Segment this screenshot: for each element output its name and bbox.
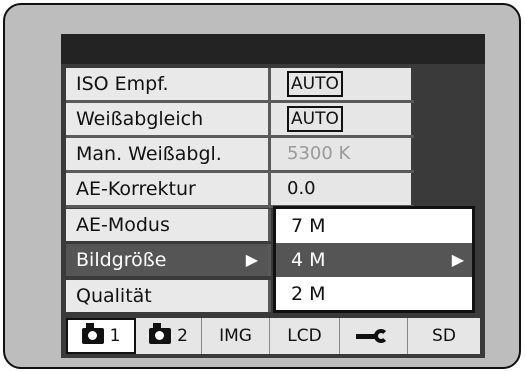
menu-row-white-balance[interactable]: Weißabgleich AUTO bbox=[66, 103, 411, 135]
option-label: 4 M bbox=[291, 249, 326, 271]
tab-sd[interactable]: SD bbox=[408, 318, 480, 354]
tab-setup[interactable] bbox=[340, 318, 408, 354]
option-label: 2 M bbox=[291, 283, 326, 305]
menu-top-bar bbox=[61, 34, 485, 64]
arrow-right-icon: ▶ bbox=[451, 250, 464, 269]
tab-label: 1 bbox=[109, 326, 121, 346]
tab-label: SD bbox=[432, 326, 456, 346]
tab-label: LCD bbox=[287, 326, 322, 346]
dropdown-option[interactable]: 7 M bbox=[276, 209, 472, 243]
menu-row-label: Bildgröße ▶ bbox=[66, 244, 271, 276]
tab-camera-1[interactable]: 1 bbox=[66, 318, 136, 354]
menu-row-label-text: Bildgröße bbox=[76, 249, 167, 271]
menu-row-value: 5300 K bbox=[271, 138, 411, 170]
camera-icon bbox=[81, 323, 104, 344]
image-size-dropdown[interactable]: 7 M 4 M ▶ 2 M bbox=[273, 206, 475, 313]
tab-camera-2[interactable]: 2 bbox=[136, 318, 202, 354]
menu-row-label: ISO Empf. bbox=[66, 68, 271, 100]
wrench-icon bbox=[355, 329, 392, 343]
value-box: AUTO bbox=[287, 71, 343, 97]
value-box: AUTO bbox=[287, 106, 343, 132]
menu-row-quality[interactable]: Qualität bbox=[66, 280, 271, 312]
menu-row-label: Man. Weißabgl. bbox=[66, 138, 271, 170]
menu-row-image-size[interactable]: Bildgröße ▶ bbox=[66, 244, 271, 276]
option-label: 7 M bbox=[291, 215, 326, 237]
menu-row-value: 0.0 bbox=[271, 173, 411, 205]
menu-row-label: Qualität bbox=[66, 280, 271, 312]
menu-row-label: AE-Korrektur bbox=[66, 173, 271, 205]
tab-label: IMG bbox=[219, 326, 252, 346]
menu-row-label: AE-Modus bbox=[66, 209, 271, 241]
menu-row-ae-correction[interactable]: AE-Korrektur 0.0 bbox=[66, 173, 411, 205]
menu-tab-bar: 1 2 IMG LCD SD bbox=[66, 318, 480, 354]
tab-lcd[interactable]: LCD bbox=[270, 318, 340, 354]
tab-label: 2 bbox=[177, 326, 188, 346]
dropdown-option[interactable]: 2 M bbox=[276, 277, 472, 311]
menu-row-label: Weißabgleich bbox=[66, 103, 271, 135]
menu-row-iso[interactable]: ISO Empf. AUTO bbox=[66, 68, 411, 100]
menu-row-manual-wb[interactable]: Man. Weißabgl. 5300 K bbox=[66, 138, 411, 170]
menu-row-value: AUTO bbox=[271, 103, 411, 135]
tab-img[interactable]: IMG bbox=[202, 318, 270, 354]
dropdown-option-selected[interactable]: 4 M ▶ bbox=[276, 243, 472, 277]
camera-icon bbox=[149, 323, 172, 344]
menu-row-value: AUTO bbox=[271, 68, 411, 100]
menu-row-ae-mode[interactable]: AE-Modus bbox=[66, 209, 271, 241]
arrow-right-icon: ▶ bbox=[245, 250, 258, 269]
